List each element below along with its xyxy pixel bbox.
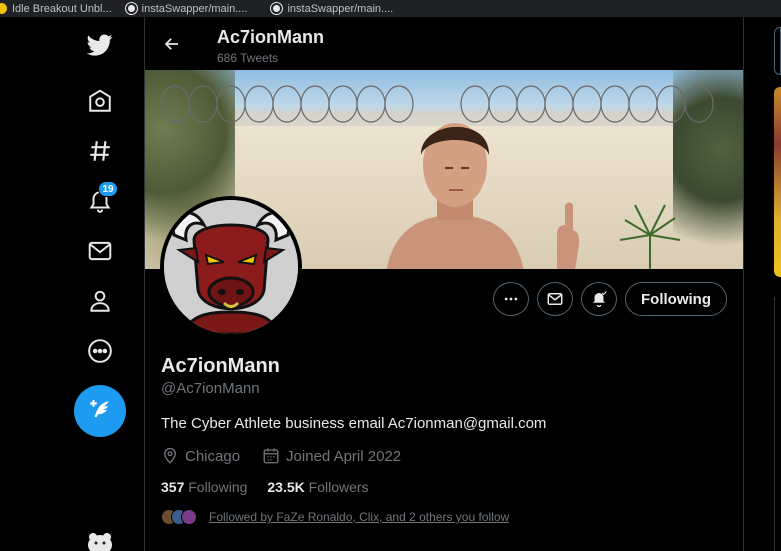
notifications-badge: 19 — [98, 181, 118, 197]
search-box-edge[interactable] — [774, 27, 781, 75]
following-button[interactable]: Following — [625, 282, 727, 316]
profile-stats: 357 Following 23.5K Followers — [161, 479, 369, 495]
github-icon — [271, 3, 283, 14]
account-avatar[interactable] — [85, 527, 115, 551]
following-link[interactable]: 357 Following — [161, 479, 247, 495]
bell-check-icon — [593, 291, 607, 308]
bookmark-label: instaSwapper/main.... — [141, 2, 248, 15]
bookmark-item[interactable]: Idle Breakout Unbl... — [0, 3, 122, 15]
followers-count: 23.5K — [267, 479, 305, 495]
bookmark-item[interactable]: instaSwapper/main.... — [125, 2, 258, 15]
notify-button[interactable] — [581, 282, 617, 316]
mail-icon — [547, 293, 563, 305]
banner-palm-plant — [619, 204, 681, 269]
ellipsis-icon — [504, 297, 518, 301]
bookmark-item[interactable]: instaSwapper/main.... — [271, 3, 403, 15]
tweet-count: 686 Tweets — [217, 51, 279, 65]
notifications-bell-icon[interactable]: 19 — [84, 181, 118, 217]
followers-link[interactable]: 23.5K Followers — [267, 479, 368, 495]
github-icon — [125, 3, 137, 14]
trending-image-edge[interactable] — [774, 87, 781, 277]
explore-hashtag-icon[interactable] — [84, 135, 116, 167]
profile-joined-date: Joined April 2022 — [286, 447, 402, 465]
bookmark-label: instaSwapper/main.... — [287, 2, 394, 15]
twitter-logo-icon[interactable] — [84, 29, 116, 61]
bookmark-label: Idle Breakout Unbl... — [12, 2, 112, 15]
more-actions-button[interactable] — [493, 282, 529, 316]
bookmark-yellow-icon — [0, 3, 7, 14]
message-button[interactable] — [537, 282, 573, 316]
banner-person — [386, 123, 524, 269]
following-label: Following — [188, 479, 248, 495]
compose-tweet-button[interactable] — [74, 385, 126, 437]
profile-name: Ac7ionMann — [161, 355, 280, 377]
side-nav: 19 — [55, 17, 145, 551]
profile-meta: Chicago Joined April 2022 — [161, 447, 401, 465]
header-name: Ac7ionMann — [217, 27, 325, 47]
feather-plus-icon — [90, 400, 109, 418]
bookmarks-bar: Idle Breakout Unbl... instaSwapper/main.… — [0, 0, 781, 17]
followers-label: Followers — [308, 479, 369, 495]
profile-location: Chicago — [185, 447, 241, 465]
more-options-icon[interactable] — [84, 335, 116, 367]
profile-header: Ac7ionMann 686 Tweets — [145, 17, 743, 70]
profile-bio: The Cyber Athlete business email Ac7ionm… — [161, 415, 547, 432]
profile-handle: @Ac7ionMann — [161, 380, 260, 397]
location-pin-icon — [164, 447, 176, 464]
back-arrow-icon[interactable] — [159, 33, 185, 55]
home-icon[interactable] — [84, 85, 116, 117]
banner-hand — [557, 202, 580, 269]
following-count: 357 — [161, 479, 185, 495]
messages-mail-icon[interactable] — [84, 235, 116, 267]
calendar-icon — [263, 448, 279, 464]
followed-by-text: Followed by FaZe Ronaldo, Clix, and 2 ot… — [209, 510, 510, 524]
follower-avatar — [181, 509, 197, 525]
followed-by-link[interactable]: Followed by FaZe Ronaldo, Clix, and 2 ot… — [161, 509, 509, 525]
right-sidebar-edge — [744, 17, 781, 551]
sidebar-card-edge — [774, 297, 781, 551]
bull-mascot-avatar — [164, 200, 298, 334]
profile-person-icon[interactable] — [84, 285, 116, 317]
profile-avatar[interactable] — [160, 196, 302, 338]
follower-avatars — [161, 509, 197, 525]
